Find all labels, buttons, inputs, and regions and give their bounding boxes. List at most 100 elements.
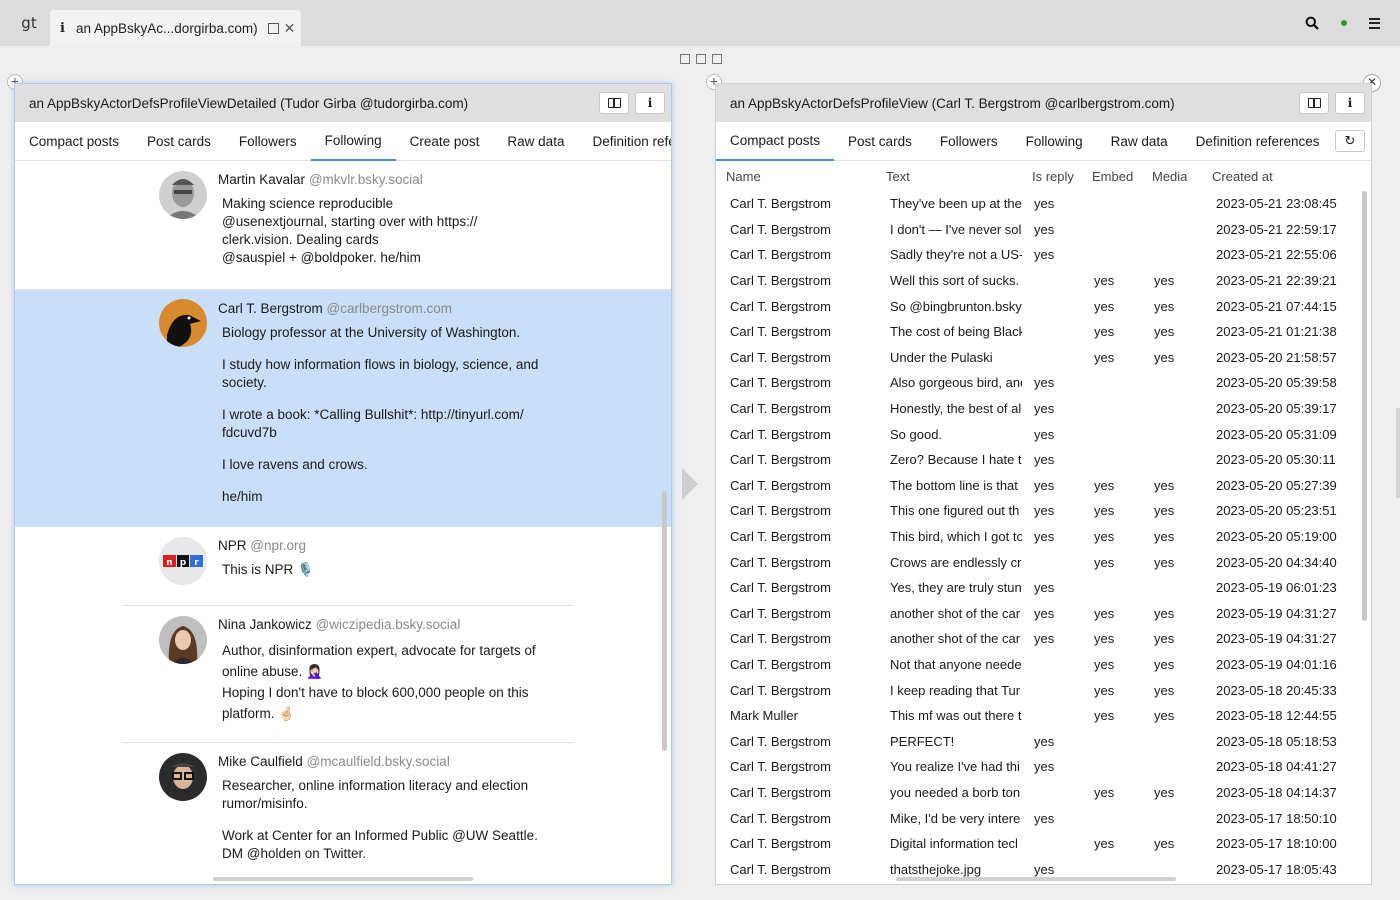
tab-definition-references[interactable]: Definition refere xyxy=(578,122,671,161)
list-item[interactable]: Mike Caulfield @mcaulfield.bsky.social R… xyxy=(15,743,671,884)
column-header-name[interactable]: Name xyxy=(716,161,876,191)
inspect-button[interactable]: i xyxy=(1335,92,1365,114)
table-row[interactable]: Carl T. Bergstrom The cost of being Black… xyxy=(716,319,1356,345)
tab-post-cards[interactable]: Post cards xyxy=(133,122,225,161)
list-item[interactable]: Martin Kavalar @mkvlr.bsky.social Making… xyxy=(15,161,671,290)
tab-followers[interactable]: Followers xyxy=(225,122,311,161)
horizontal-scrollbar[interactable] xyxy=(213,877,473,881)
avatar xyxy=(159,616,207,664)
pane-pager[interactable] xyxy=(680,54,722,64)
cell-media: yes xyxy=(1154,605,1175,621)
table-row[interactable]: Carl T. Bergstrom Under the Pulaski yes yes… xyxy=(716,345,1356,371)
cell-embed: yes xyxy=(1094,324,1115,340)
cell-text: Crows are endlessly cre xyxy=(890,554,1022,570)
list-item-selected[interactable]: Carl T. Bergstrom @carlbergstrom.com Bio… xyxy=(15,290,671,527)
hamburger-menu-icon[interactable] xyxy=(1369,17,1380,29)
table-row[interactable]: Carl T. Bergstrom This bird, which I got … xyxy=(716,524,1356,550)
cell-media: yes xyxy=(1154,656,1175,672)
person-display-name: NPR xyxy=(218,538,247,553)
cell-media xyxy=(1142,728,1202,754)
table-row[interactable]: Carl T. Bergstrom You realize I've had th… xyxy=(716,754,1356,780)
table-row[interactable]: Carl T. Bergstrom Honestly, the best of a… xyxy=(716,396,1356,422)
table-row[interactable]: Carl T. Bergstrom Also gorgeous bird, and… xyxy=(716,370,1356,396)
cell-created-at: 2023-05-20 05:31:09 xyxy=(1216,426,1337,442)
book-button[interactable] xyxy=(599,92,629,114)
vertical-scrollbar[interactable] xyxy=(1362,191,1367,621)
right-pane-title: an AppBskyActorDefsProfileView (Carl T. … xyxy=(730,95,1175,111)
cell-text: PERFECT! xyxy=(890,733,955,749)
column-header-media[interactable]: Media xyxy=(1142,161,1202,191)
cell-name: Carl T. Bergstrom xyxy=(730,682,831,698)
tab-raw-data[interactable]: Raw data xyxy=(1097,122,1182,161)
column-header-text[interactable]: Text xyxy=(876,161,1022,191)
cell-is-reply xyxy=(1022,268,1082,294)
tab-post-cards[interactable]: Post cards xyxy=(834,122,926,161)
table-row[interactable]: Carl T. Bergstrom Crows are endlessly cre… xyxy=(716,549,1356,575)
status-dot-icon xyxy=(1341,20,1347,26)
table-row[interactable]: Carl T. Bergstrom So @bingbrunton.bsky yes… xyxy=(716,293,1356,319)
table-row[interactable]: Carl T. Bergstrom This one figured out th… xyxy=(716,498,1356,524)
tab-raw-data[interactable]: Raw data xyxy=(493,122,578,161)
column-header-is-reply[interactable]: Is reply xyxy=(1022,161,1082,191)
person-handle: @mcaulfield.bsky.social xyxy=(306,754,450,769)
person-handle: @wiczipedia.bsky.social xyxy=(315,617,461,632)
cell-is-reply: yes xyxy=(1034,452,1055,468)
inspect-button[interactable]: i xyxy=(635,92,665,114)
tab-compact-posts[interactable]: Compact posts xyxy=(716,122,835,161)
table-row[interactable]: Carl T. Bergstrom Well this sort of sucks… xyxy=(716,268,1356,294)
tab-following[interactable]: Following xyxy=(310,122,396,161)
table-row[interactable]: Carl T. Bergstrom Mike, I'd be very inter… xyxy=(716,805,1356,831)
tab-create-post[interactable]: Create post xyxy=(396,122,494,161)
list-item[interactable]: npr NPR @npr.org This is NPR 🎙️ xyxy=(15,527,671,606)
following-list: Martin Kavalar @mkvlr.bsky.social Making… xyxy=(15,161,671,884)
window-tab[interactable]: i an AppBskyAc...dorgirba.com) ✕ xyxy=(50,10,301,46)
close-icon[interactable]: ✕ xyxy=(284,20,296,37)
person-bio: Researcher, online information literacy … xyxy=(222,777,552,863)
list-item[interactable]: Nina Jankowicz @wiczipedia.bsky.social A… xyxy=(15,606,671,743)
cell-is-reply: yes xyxy=(1034,631,1055,647)
gt-logo[interactable]: gt xyxy=(12,10,46,36)
tab-compact-posts[interactable]: Compact posts xyxy=(15,122,133,161)
cell-name: Carl T. Bergstrom xyxy=(730,273,831,289)
cell-name: Carl T. Bergstrom xyxy=(730,426,831,442)
refresh-button[interactable]: ↻ xyxy=(1335,130,1365,152)
table-row[interactable]: Mark Muller This mf was out there t yes yes… xyxy=(716,703,1356,729)
table-row[interactable]: Carl T. Bergstrom Yes, they are truly stu… xyxy=(716,575,1356,601)
table-row[interactable]: Carl T. Bergstrom The bottom line is that… xyxy=(716,473,1356,499)
svg-text:n: n xyxy=(166,558,172,568)
table-row[interactable]: Carl T. Bergstrom So good. yes 2023-05-20 0… xyxy=(716,421,1356,447)
cell-created-at: 2023-05-20 04:34:40 xyxy=(1216,554,1337,570)
horizontal-scrollbar[interactable] xyxy=(896,877,1176,881)
cell-name: Carl T. Bergstrom xyxy=(730,810,831,826)
cell-media: yes xyxy=(1154,784,1175,800)
table-row[interactable]: Carl T. Bergstrom you needed a borb ton ye… xyxy=(716,780,1356,806)
tab-following[interactable]: Following xyxy=(1012,122,1097,161)
maximize-icon[interactable] xyxy=(267,22,279,34)
tab-definition-references[interactable]: Definition references xyxy=(1182,122,1334,161)
cell-is-reply: yes xyxy=(1034,247,1055,263)
table-row[interactable]: Carl T. Bergstrom I don't — I've never so… xyxy=(716,217,1356,243)
cell-embed xyxy=(1082,728,1142,754)
column-header-created-at[interactable]: Created at xyxy=(1202,161,1356,191)
search-icon[interactable] xyxy=(1305,16,1319,30)
right-edge-handle[interactable] xyxy=(1396,408,1400,498)
tab-followers[interactable]: Followers xyxy=(926,122,1012,161)
cell-text: This one figured out th xyxy=(890,503,1020,519)
table-row[interactable]: Carl T. Bergstrom PERFECT! yes 2023-05-18 0… xyxy=(716,728,1356,754)
column-header-embed[interactable]: Embed xyxy=(1082,161,1142,191)
book-button[interactable] xyxy=(1299,92,1329,114)
table-row[interactable]: Carl T. Bergstrom Not that anyone neede ye… xyxy=(716,652,1356,678)
table-row[interactable]: Carl T. Bergstrom Zero? Because I hate to… xyxy=(716,447,1356,473)
table-row[interactable]: Carl T. Bergstrom another shot of the car… xyxy=(716,626,1356,652)
table-row[interactable]: Carl T. Bergstrom They've been up at the y… xyxy=(716,191,1356,217)
left-pane-tabs: Compact posts Post cards Followers Follo… xyxy=(15,122,671,161)
table-row[interactable]: Carl T. Bergstrom I keep reading that Tur… xyxy=(716,677,1356,703)
table-row[interactable]: Carl T. Bergstrom another shot of the car… xyxy=(716,601,1356,627)
cell-is-reply: yes xyxy=(1034,375,1055,391)
table-row[interactable]: Carl T. Bergstrom Sadly they're not a US-… xyxy=(716,242,1356,268)
cell-created-at: 2023-05-21 22:55:06 xyxy=(1216,247,1337,263)
cell-embed xyxy=(1082,396,1142,422)
bio-paragraph: I wrote a book: *Calling Bullshit*: http… xyxy=(222,407,524,440)
vertical-scrollbar[interactable] xyxy=(662,491,667,751)
table-row[interactable]: Carl T. Bergstrom Digital information tec… xyxy=(716,831,1356,857)
